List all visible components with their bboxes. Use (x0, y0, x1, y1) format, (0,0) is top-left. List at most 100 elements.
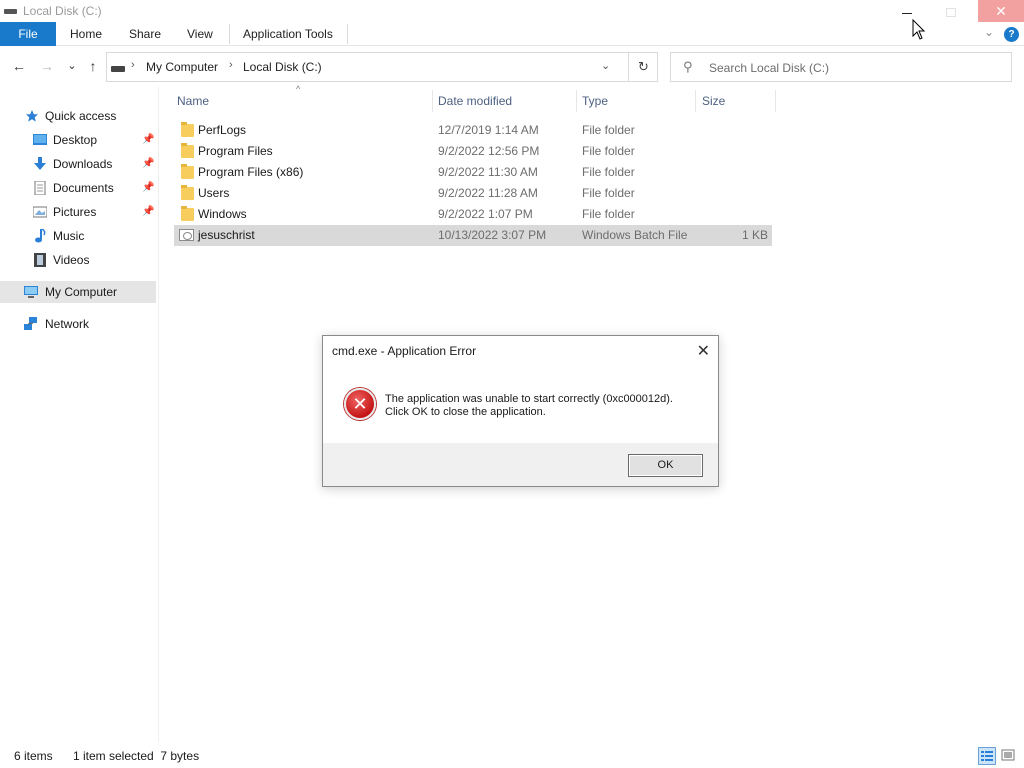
dialog-footer: OK (323, 443, 718, 486)
maximize-button[interactable] (946, 8, 956, 17)
pin-icon[interactable]: 📌 (142, 129, 154, 151)
sidebar-item-videos[interactable]: Videos (0, 249, 158, 271)
selection-info: 1 item selected 7 bytes (73, 749, 200, 763)
file-type: File folder (582, 123, 635, 137)
details-view-icon (981, 751, 993, 761)
sidebar-item-desktop[interactable]: Desktop 📌 (0, 129, 158, 151)
column-divider[interactable] (432, 90, 433, 112)
folder-icon (181, 185, 194, 200)
error-message-line: The application was unable to start corr… (385, 393, 673, 405)
tab-file[interactable]: File (0, 22, 56, 46)
search-box[interactable]: ⚲ (670, 52, 1012, 82)
file-row[interactable]: Windows 9/2/2022 1:07 PM File folder (174, 204, 772, 225)
dialog-close-button[interactable]: ✕ (697, 341, 710, 361)
file-name: Program Files (x86) (198, 165, 304, 179)
file-row[interactable]: Users 9/2/2022 11:28 AM File folder (174, 183, 772, 204)
column-header-type[interactable]: Type (582, 88, 608, 114)
file-date: 9/2/2022 12:56 PM (438, 144, 540, 158)
folder-icon (181, 122, 194, 137)
error-icon: ✕ (344, 388, 376, 420)
ribbon-tabs: File Home Share View Application Tools ⌄… (0, 22, 1024, 46)
sidebar-item-network[interactable]: Network (0, 313, 158, 335)
breadcrumb-my-computer[interactable]: My Computer (146, 60, 218, 74)
sidebar-item-downloads[interactable]: Downloads 📌 (0, 153, 158, 175)
status-bar: 6 items 1 item selected 7 bytes (0, 744, 1024, 768)
sidebar-item-label: Music (53, 229, 85, 243)
ribbon-expand-icon[interactable]: ⌄ (984, 25, 994, 39)
downloads-icon (34, 157, 46, 170)
large-icons-view-icon (1001, 749, 1015, 761)
navigation-bar: ← → ⌄ ↑ › My Computer › Local Disk (C:) … (0, 47, 1024, 87)
folder-icon (181, 143, 194, 158)
network-icon (24, 317, 37, 330)
column-header-size[interactable]: Size (702, 88, 725, 114)
details-view-button[interactable] (978, 747, 996, 765)
dialog-title: cmd.exe - Application Error (332, 344, 477, 358)
address-bar[interactable]: › My Computer › Local Disk (C:) ⌄ ↻ (106, 52, 658, 82)
breadcrumb-local-disk[interactable]: Local Disk (C:) (243, 60, 322, 74)
up-button[interactable]: ↑ (84, 57, 102, 75)
file-row[interactable]: PerfLogs 12/7/2019 1:14 AM File folder (174, 120, 772, 141)
file-date: 10/13/2022 3:07 PM (438, 228, 547, 242)
tab-application-tools[interactable]: Application Tools (233, 22, 343, 46)
file-type: File folder (582, 144, 635, 158)
sidebar-item-pictures[interactable]: Pictures 📌 (0, 201, 158, 223)
column-divider[interactable] (775, 90, 776, 112)
breadcrumb-separator: › (229, 59, 233, 71)
sort-ascending-icon: ^ (296, 84, 301, 94)
large-icons-view-button[interactable] (1000, 747, 1018, 765)
sidebar-item-label: My Computer (45, 285, 118, 299)
tab-view[interactable]: View (177, 22, 223, 46)
sidebar-item-label: Pictures (53, 205, 97, 219)
mouse-cursor-icon (912, 19, 926, 40)
batch-file-icon (179, 229, 194, 241)
error-message-line: Click OK to close the application. (385, 406, 546, 418)
forward-button[interactable]: → (38, 57, 56, 75)
file-name: jesuschrist (198, 228, 255, 242)
sidebar-item-label: Network (45, 317, 90, 331)
sidebar-item-my-computer[interactable]: My Computer (0, 281, 156, 303)
file-name: PerfLogs (198, 123, 247, 137)
documents-icon (34, 181, 46, 195)
column-header-date-modified[interactable]: Date modified (438, 88, 512, 114)
pane-divider[interactable] (158, 87, 159, 742)
search-icon: ⚲ (683, 59, 693, 74)
item-count: 6 items (14, 749, 53, 763)
file-type: File folder (582, 207, 635, 221)
file-row-selected[interactable]: jesuschrist 10/13/2022 3:07 PM Windows B… (174, 225, 772, 246)
sidebar-item-quick-access[interactable]: Quick access (0, 105, 158, 127)
close-button[interactable]: ✕ (978, 0, 1024, 22)
file-date: 9/2/2022 11:30 AM (438, 165, 538, 179)
navigation-pane: Quick access Desktop 📌 Downloads 📌 Docum… (0, 87, 158, 742)
sidebar-item-label: Desktop (53, 133, 98, 147)
recent-locations-button[interactable]: ⌄ (63, 57, 81, 75)
address-dropdown-icon[interactable]: ⌄ (601, 59, 610, 72)
tab-share[interactable]: Share (119, 22, 171, 46)
refresh-button[interactable]: ↻ (628, 53, 658, 81)
file-date: 9/2/2022 1:07 PM (438, 207, 533, 221)
music-icon (35, 229, 46, 243)
folder-icon (181, 206, 194, 221)
column-divider[interactable] (695, 90, 696, 112)
file-date: 9/2/2022 11:28 AM (438, 186, 538, 200)
tab-home[interactable]: Home (60, 22, 112, 46)
column-header-name[interactable]: Name (177, 88, 209, 114)
desktop-icon (33, 134, 47, 145)
file-row[interactable]: Program Files 9/2/2022 12:56 PM File fol… (174, 141, 772, 162)
pin-icon[interactable]: 📌 (142, 177, 154, 199)
back-button[interactable]: ← (10, 57, 28, 75)
pin-icon[interactable]: 📌 (142, 201, 154, 223)
breadcrumb-separator: › (131, 59, 135, 71)
file-row[interactable]: Program Files (x86) 9/2/2022 11:30 AM Fi… (174, 162, 772, 183)
column-divider[interactable] (576, 90, 577, 112)
sidebar-item-label: Documents (53, 181, 114, 195)
search-input[interactable] (709, 59, 999, 77)
sidebar-item-documents[interactable]: Documents 📌 (0, 177, 158, 199)
pin-icon[interactable]: 📌 (142, 153, 154, 175)
computer-icon (24, 286, 38, 298)
help-icon[interactable]: ? (1004, 27, 1019, 42)
star-icon (26, 110, 38, 122)
error-message: The application was unable to start corr… (385, 393, 673, 419)
sidebar-item-music[interactable]: Music (0, 225, 158, 247)
ok-button[interactable]: OK (628, 454, 703, 477)
